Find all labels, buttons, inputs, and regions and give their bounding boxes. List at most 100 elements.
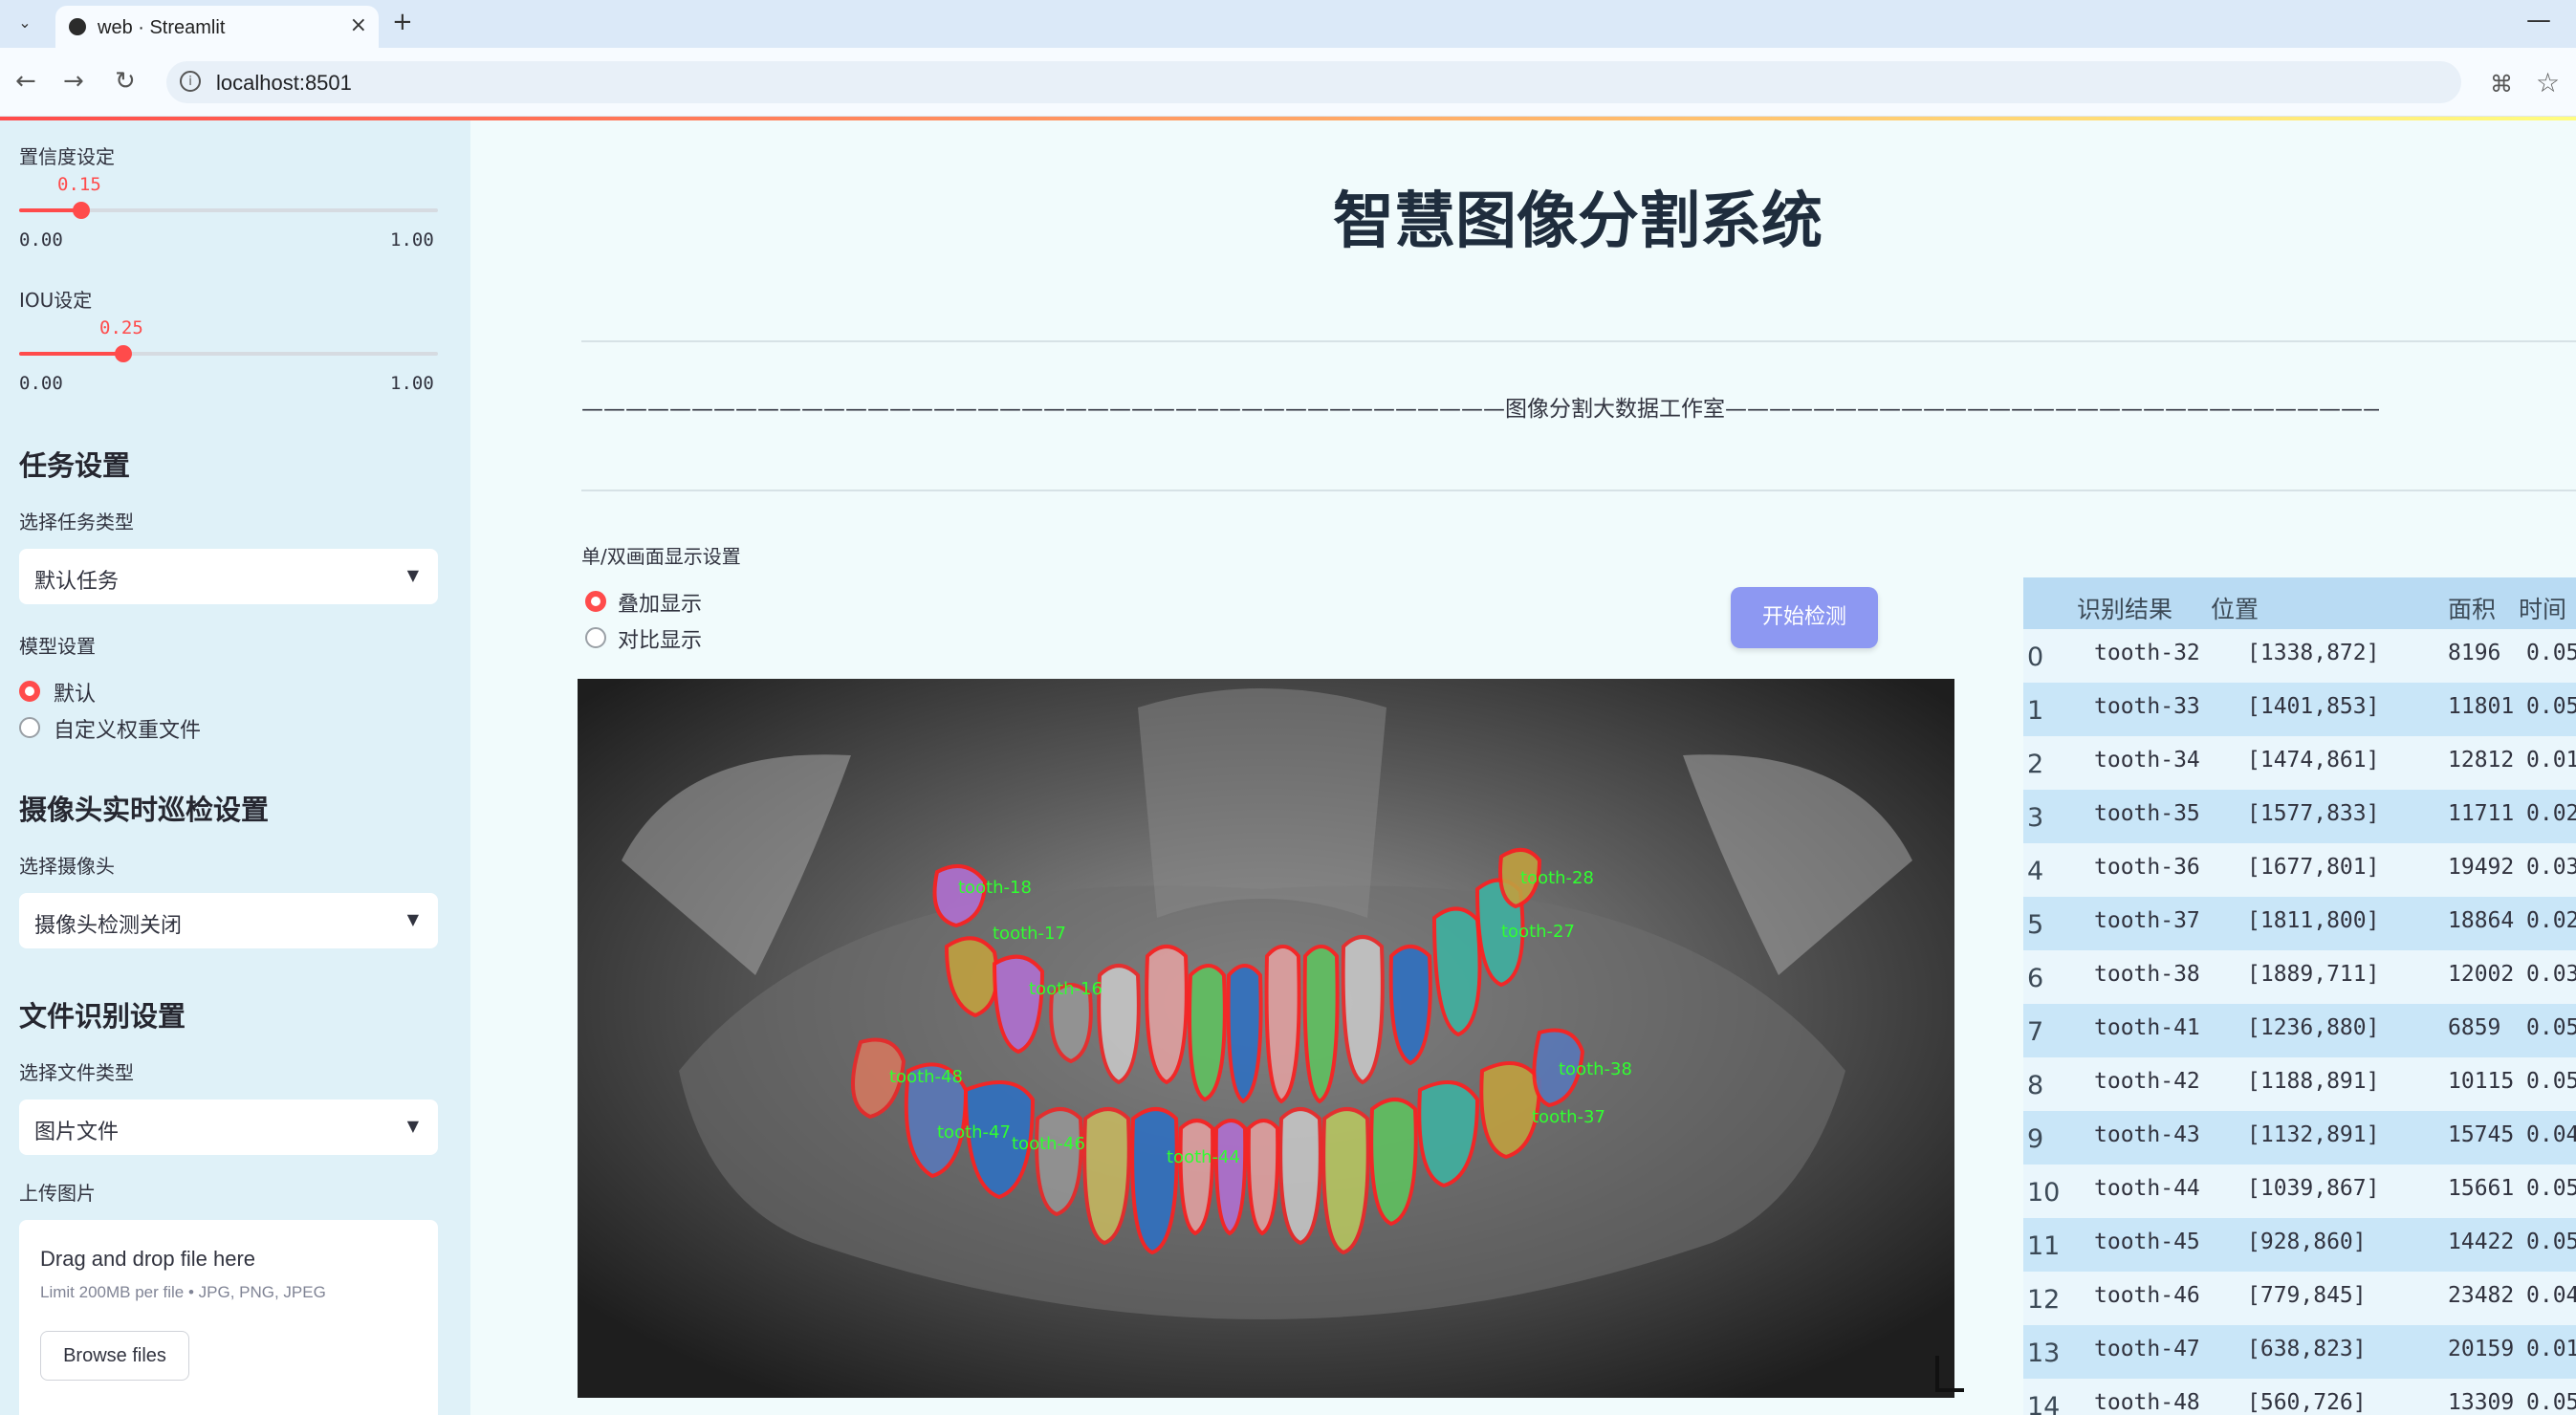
table-row[interactable]: 2 tooth-34 [1474,861] 12812 0.01: [2023, 736, 2576, 790]
cell-position: [1188,891]: [2247, 1069, 2380, 1094]
cell-area: 20159: [2448, 1337, 2515, 1361]
confidence-slider-thumb[interactable]: [73, 202, 90, 219]
cell-time: 0.01: [2526, 748, 2576, 773]
back-icon[interactable]: ←: [15, 67, 36, 96]
xray-segmentation-image: tooth-18 tooth-17 tooth-16 tooth-28 toot…: [578, 679, 1954, 1398]
browse-files-button[interactable]: Browse files: [40, 1331, 189, 1381]
translate-icon[interactable]: ⌘: [2490, 71, 2513, 98]
cell-time: 0.05: [2526, 1230, 2576, 1254]
file-heading: 文件识别设置: [19, 1000, 186, 1033]
forward-icon[interactable]: →: [63, 67, 84, 96]
bookmark-star-icon[interactable]: ☆: [2536, 67, 2560, 98]
row-index: 0: [2027, 642, 2044, 672]
tab-title: web · Streamlit: [98, 17, 226, 38]
header-area[interactable]: 面积: [2448, 591, 2496, 625]
minimize-icon[interactable]: —: [2526, 6, 2551, 34]
cell-position: [1236,880]: [2247, 1015, 2380, 1040]
browser-tab-bar: ⌄ web · Streamlit × + —: [0, 0, 2576, 48]
table-row[interactable]: 3 tooth-35 [1577,833] 11711 0.02: [2023, 790, 2576, 843]
cell-area: 23482: [2448, 1283, 2515, 1308]
compare-display-radio[interactable]: [585, 627, 606, 648]
confidence-slider[interactable]: [19, 202, 438, 219]
xray-label: tooth-16: [1029, 979, 1102, 999]
table-row[interactable]: 10 tooth-44 [1039,867] 15661 0.05: [2023, 1165, 2576, 1218]
cell-result: tooth-35: [2094, 801, 2200, 826]
xray-label: tooth-18: [958, 878, 1032, 898]
cell-area: 15745: [2448, 1122, 2515, 1147]
cell-area: 13309: [2448, 1390, 2515, 1415]
row-index: 4: [2027, 857, 2044, 886]
table-row[interactable]: 1 tooth-33 [1401,853] 11801 0.05: [2023, 683, 2576, 736]
row-index: 10: [2027, 1178, 2061, 1208]
task-type-label: 选择任务类型: [19, 511, 134, 533]
model-default-label[interactable]: 默认: [54, 677, 96, 708]
reload-icon[interactable]: ↻: [115, 67, 136, 96]
cell-area: 10115: [2448, 1069, 2515, 1094]
cell-position: [928,860]: [2247, 1230, 2367, 1254]
cell-result: tooth-34: [2094, 748, 2200, 773]
new-tab-icon[interactable]: +: [392, 8, 413, 36]
task-type-value: 默认任务: [34, 570, 120, 594]
header-time[interactable]: 时间: [2519, 591, 2566, 625]
row-index: 9: [2027, 1124, 2044, 1154]
xray-label: tooth-27: [1501, 922, 1575, 942]
file-type-select[interactable]: 图片文件 ▼: [19, 1099, 438, 1155]
cell-area: 15661: [2448, 1176, 2515, 1201]
file-type-label: 选择文件类型: [19, 1061, 134, 1084]
iou-value: 0.25: [99, 317, 143, 338]
iou-label: IOU设定: [19, 289, 93, 312]
model-custom-label[interactable]: 自定义权重文件: [54, 713, 201, 744]
dropzone-limit: Limit 200MB per file • JPG, PNG, JPEG: [40, 1283, 326, 1301]
header-result[interactable]: 识别结果: [2077, 591, 2172, 625]
cell-time: 0.02: [2526, 801, 2576, 826]
iou-slider[interactable]: [19, 345, 438, 362]
table-row[interactable]: 13 tooth-47 [638,823] 20159 0.01: [2023, 1325, 2576, 1379]
sidebar: 置信度设定 0.15 0.00 1.00 IOU设定 0.25 0.00 1.0…: [0, 120, 470, 1415]
site-info-icon[interactable]: i: [180, 71, 201, 92]
camera-heading: 摄像头实时巡检设置: [19, 794, 270, 826]
iou-slider-thumb[interactable]: [115, 345, 132, 362]
model-label: 模型设置: [19, 635, 96, 658]
cell-time: 0.03: [2526, 855, 2576, 880]
xray-label: tooth-47: [937, 1122, 1011, 1143]
url-field[interactable]: i localhost:8501: [166, 61, 2461, 103]
table-row[interactable]: 12 tooth-46 [779,845] 23482 0.04: [2023, 1272, 2576, 1325]
cell-position: [1889,711]: [2247, 962, 2380, 987]
cell-time: 0.02: [2526, 908, 2576, 933]
model-default-radio[interactable]: [19, 681, 40, 702]
table-row[interactable]: 0 tooth-32 [1338,872] 8196 0.05: [2023, 629, 2576, 683]
overlay-display-label[interactable]: 叠加显示: [618, 587, 702, 618]
cell-position: [1677,801]: [2247, 855, 2380, 880]
cell-result: tooth-45: [2094, 1230, 2200, 1254]
cell-result: tooth-36: [2094, 855, 2200, 880]
header-position[interactable]: 位置: [2211, 591, 2259, 625]
file-dropzone[interactable]: Drag and drop file here Limit 200MB per …: [19, 1220, 438, 1415]
streamlit-favicon-icon: [69, 18, 86, 35]
table-row[interactable]: 7 tooth-41 [1236,880] 6859 0.05: [2023, 1004, 2576, 1057]
table-row[interactable]: 9 tooth-43 [1132,891] 15745 0.04: [2023, 1111, 2576, 1165]
cell-result: tooth-41: [2094, 1015, 2200, 1040]
table-row[interactable]: 4 tooth-36 [1677,801] 19492 0.03: [2023, 843, 2576, 897]
table-row[interactable]: 5 tooth-37 [1811,800] 18864 0.02: [2023, 897, 2576, 950]
start-detection-button[interactable]: 开始检测: [1731, 587, 1878, 648]
table-row[interactable]: 14 tooth-48 [560,726] 13309 0.05: [2023, 1379, 2576, 1415]
cell-area: 19492: [2448, 855, 2515, 880]
table-row[interactable]: 11 tooth-45 [928,860] 14422 0.05: [2023, 1218, 2576, 1272]
tab-close-icon[interactable]: ×: [350, 13, 367, 37]
browser-tab[interactable]: web · Streamlit ×: [55, 6, 379, 48]
overlay-display-radio[interactable]: [585, 591, 606, 612]
camera-select[interactable]: 摄像头检测关闭 ▼: [19, 893, 438, 948]
cell-position: [1811,800]: [2247, 908, 2380, 933]
task-type-select[interactable]: 默认任务 ▼: [19, 549, 438, 604]
row-index: 2: [2027, 750, 2044, 779]
tab-search-icon[interactable]: ⌄: [11, 10, 38, 36]
url-text: localhost:8501: [216, 71, 352, 95]
cell-time: 0.05: [2526, 694, 2576, 719]
fullscreen-resize-icon[interactable]: [1935, 1356, 1964, 1392]
table-row[interactable]: 8 tooth-42 [1188,891] 10115 0.05: [2023, 1057, 2576, 1111]
confidence-min: 0.00: [19, 229, 63, 250]
xray-label: tooth-17: [993, 924, 1066, 944]
compare-display-label[interactable]: 对比显示: [618, 623, 702, 654]
table-row[interactable]: 6 tooth-38 [1889,711] 12002 0.03: [2023, 950, 2576, 1004]
model-custom-radio[interactable]: [19, 717, 40, 738]
